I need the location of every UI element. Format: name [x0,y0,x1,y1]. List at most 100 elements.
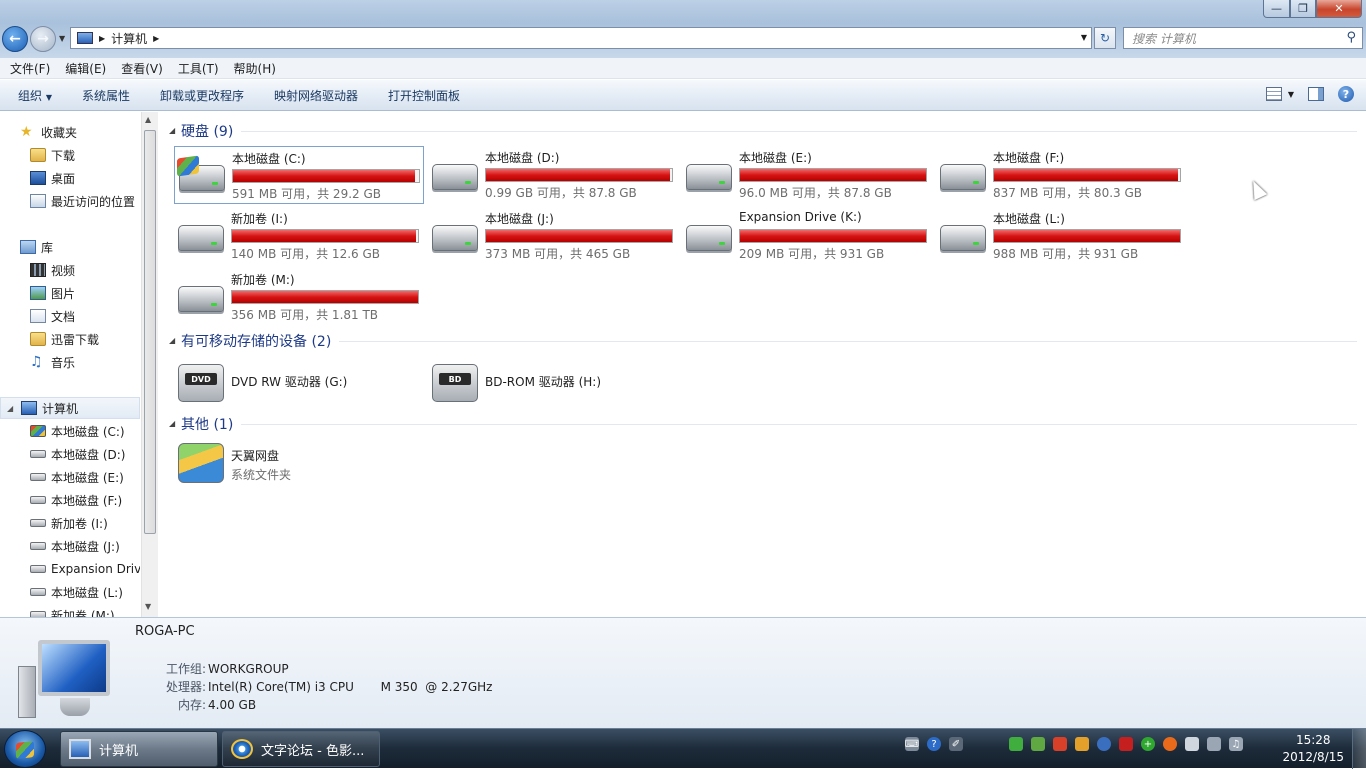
search-icon[interactable]: ⚲ [1346,30,1356,45]
breadcrumb-computer[interactable]: 计算机 [111,30,147,47]
collapse-arrow-icon[interactable]: ◢ [169,126,175,135]
tray-app-icon[interactable] [1075,737,1089,751]
change-view-button[interactable]: ▼ [1265,87,1294,101]
antivirus-icon[interactable] [1119,737,1133,751]
recent-pages-dropdown-icon[interactable]: ▼ [59,34,65,43]
taskbar-item-computer[interactable]: 计算机 [60,731,218,767]
taskbar-item-browser[interactable]: 文字论坛 - 色影... [222,731,380,767]
address-bar[interactable]: ▶ 计算机 ▶ ▼ [70,27,1092,49]
pen-icon[interactable]: ✐ [949,737,963,751]
drive-free-space: 209 MB 可用，共 931 GB [739,247,885,261]
update-icon[interactable] [1163,737,1177,751]
keyboard-icon[interactable]: ⌨ [905,737,919,751]
expand-arrow-icon[interactable]: ◢ [7,404,13,413]
group-header-removable[interactable]: ◢ 有可移动存储的设备 (2) [159,332,1357,350]
nav-downloads[interactable]: 下载 [0,144,140,166]
maximize-button[interactable]: ❐ [1290,0,1316,18]
battery-icon[interactable] [1185,737,1199,751]
nav-drive-i[interactable]: 新加卷 (I:) [0,512,140,534]
open-control-panel-button[interactable]: 打开控制面板 [388,87,460,104]
menu-view[interactable]: 查看(V) [121,60,163,77]
breadcrumb-chevron-icon[interactable]: ▶ [99,34,105,43]
nav-drive-e[interactable]: 本地磁盘 (E:) [0,466,140,488]
device-tile-bd[interactable]: BD BD-ROM 驱动器 (H:) [428,352,678,410]
network-check-icon[interactable] [1031,737,1045,751]
drive-tile-d[interactable]: 本地磁盘 (D:) 0.99 GB 可用，共 87.8 GB [428,146,678,204]
map-network-drive-button[interactable]: 映射网络驱动器 [274,87,358,104]
group-header-other[interactable]: ◢ 其他 (1) [159,415,1357,433]
cloud-drive-tile[interactable]: 天翼网盘 系统文件夹 [174,435,424,493]
detail-value: WORKGROUP [208,662,289,676]
preview-pane-icon[interactable] [1308,87,1324,101]
recent-places-icon [30,194,46,208]
drive-usage-fill [994,169,1179,181]
drive-tile-e[interactable]: 本地磁盘 (E:) 96.0 MB 可用，共 87.8 GB [682,146,932,204]
refresh-button[interactable]: ↻ [1094,27,1116,49]
gift-icon[interactable] [1053,737,1067,751]
search-input[interactable]: 搜索 计算机 ⚲ [1123,27,1363,49]
menu-help[interactable]: 帮助(H) [234,60,276,77]
nav-music[interactable]: ♫ 音乐 [0,351,140,373]
nav-desktop[interactable]: 桌面 [0,167,140,189]
nav-drive-j[interactable]: 本地磁盘 (J:) [0,535,140,557]
clock[interactable]: 15:28 2012/8/15 [1282,732,1344,766]
nav-drive-k[interactable]: Expansion Drive (K:) [0,558,140,580]
organize-button[interactable]: 组织 ▼ [18,87,52,104]
nav-documents[interactable]: 文档 [0,305,140,327]
nav-drive-d[interactable]: 本地磁盘 (D:) [0,443,140,465]
nav-videos[interactable]: 视频 [0,259,140,281]
drive-tile-k[interactable]: Expansion Drive (K:) 209 MB 可用，共 931 GB [682,207,932,265]
drive-free-space: 591 MB 可用，共 29.2 GB [232,187,381,201]
drive-tile-m[interactable]: 新加卷 (M:) 356 MB 可用，共 1.81 TB [174,268,424,326]
battery-tray-icon[interactable] [1009,737,1023,751]
nav-drive-l[interactable]: 本地磁盘 (L:) [0,581,140,603]
nav-pictures[interactable]: 图片 [0,282,140,304]
menu-tools[interactable]: 工具(T) [178,60,219,77]
forward-button[interactable]: → [30,26,56,52]
nav-computer-label: 计算机 [42,401,79,416]
nav-computer[interactable]: ◢ 计算机 [0,397,140,419]
drive-tile-i[interactable]: 新加卷 (I:) 140 MB 可用，共 12.6 GB [174,207,424,265]
scroll-up-icon[interactable]: ▲ [145,115,151,124]
nav-drive-f[interactable]: 本地磁盘 (F:) [0,489,140,511]
start-button[interactable] [4,730,46,768]
collapse-arrow-icon[interactable]: ◢ [169,419,175,428]
scroll-down-icon[interactable]: ▼ [145,602,151,611]
nav-libraries-label: 库 [41,240,54,255]
nav-drive-c[interactable]: 本地磁盘 (C:) [0,420,140,442]
minimize-button[interactable]: — [1263,0,1290,18]
back-button[interactable]: ← [2,26,28,52]
volume-icon[interactable]: ♫ [1229,737,1243,751]
nav-scrollbar[interactable]: ▲ ▼ [141,112,158,617]
nav-libraries[interactable]: 库 [0,236,140,258]
breadcrumb-chevron-icon[interactable]: ▶ [153,34,159,43]
nav-favorites[interactable]: ★ 收藏夹 [0,121,140,143]
help-tray-icon[interactable]: ? [927,737,941,751]
group-header-hdd[interactable]: ◢ 硬盘 (9) [159,122,1357,140]
nav-drive-m[interactable]: 新加卷 (M:) [0,604,140,617]
help-icon[interactable]: ? [1338,86,1354,102]
device-tile-dvd[interactable]: DVD DVD RW 驱动器 (G:) [174,352,424,410]
sync-icon[interactable] [1097,737,1111,751]
group-divider [339,340,1357,342]
uninstall-program-button[interactable]: 卸载或更改程序 [160,87,244,104]
drive-tile-j[interactable]: 本地磁盘 (J:) 373 MB 可用，共 465 GB [428,207,678,265]
drive-tile-c[interactable]: 本地磁盘 (C:) 591 MB 可用，共 29.2 GB [174,146,424,204]
network-icon[interactable] [1207,737,1221,751]
drive-usage-fill [740,169,926,181]
show-desktop-button[interactable] [1352,729,1366,769]
nav-thunder-downloads[interactable]: 迅雷下载 [0,328,140,350]
scrollbar-thumb[interactable] [144,130,156,534]
drive-tile-f[interactable]: 本地磁盘 (F:) 837 MB 可用，共 80.3 GB [936,146,1186,204]
close-button[interactable]: ✕ [1316,0,1362,18]
nav-recent-places[interactable]: 最近访问的位置 [0,190,140,212]
collapse-arrow-icon[interactable]: ◢ [169,336,175,345]
menu-edit[interactable]: 编辑(E) [65,60,106,77]
drive-name: 本地磁盘 (J:) [485,212,554,226]
drive-tile-l[interactable]: 本地磁盘 (L:) 988 MB 可用，共 931 GB [936,207,1186,265]
add-icon[interactable]: + [1141,737,1155,751]
system-properties-button[interactable]: 系统属性 [82,87,130,104]
computer-icon [77,32,93,44]
address-dropdown-icon[interactable]: ▼ [1081,33,1087,42]
menu-file[interactable]: 文件(F) [10,60,50,77]
